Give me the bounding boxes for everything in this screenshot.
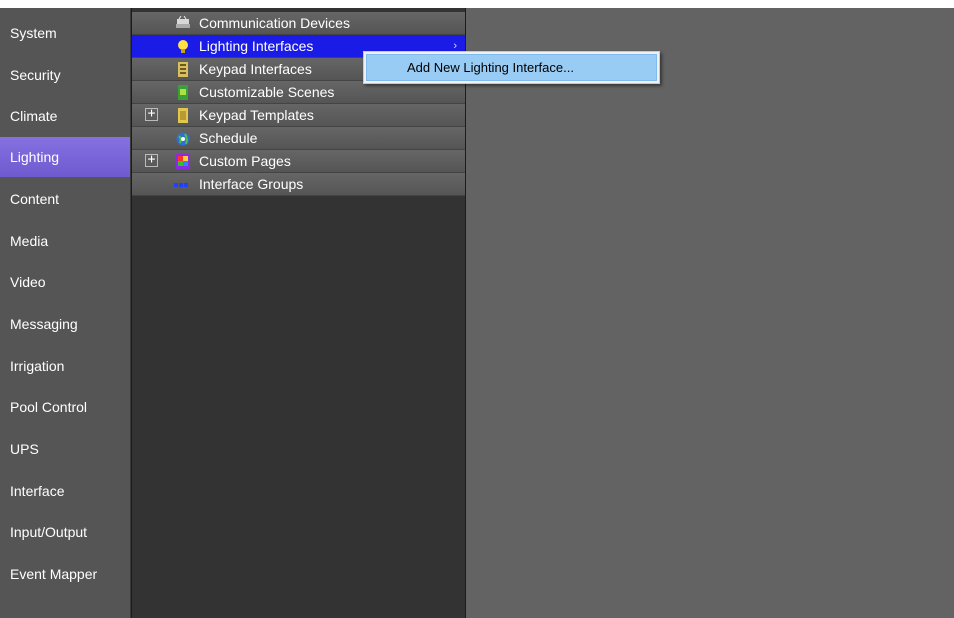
sidebar-item-system[interactable]: System bbox=[0, 13, 130, 53]
custom-pages-icon bbox=[176, 154, 190, 169]
scene-icon bbox=[178, 85, 188, 100]
content-area bbox=[466, 8, 954, 618]
sidebar-item-interface[interactable]: Interface bbox=[0, 471, 130, 511]
category-sidebar: System Security Climate Lighting Content… bbox=[0, 8, 131, 618]
sidebar-item-content[interactable]: Content bbox=[0, 179, 130, 219]
sidebar-item-messaging[interactable]: Messaging bbox=[0, 304, 130, 344]
lighting-tree-panel: Communication Devices Lighting Interface… bbox=[131, 8, 466, 618]
tree-item-label: Lighting Interfaces bbox=[199, 38, 314, 54]
app-window: System Security Climate Lighting Content… bbox=[0, 0, 954, 618]
communication-devices-icon bbox=[176, 16, 190, 28]
expand-toggle[interactable]: + bbox=[145, 107, 158, 121]
globe-clock-icon bbox=[176, 132, 190, 146]
tree-item-custom-pages[interactable]: + Custom Pages bbox=[132, 150, 465, 173]
tree-item-label: Custom Pages bbox=[199, 153, 291, 169]
tree-item-schedule[interactable]: Schedule bbox=[132, 127, 465, 150]
tree-item-communication-devices[interactable]: Communication Devices bbox=[132, 12, 465, 35]
menu-item-add-new-lighting-interface[interactable]: Add New Lighting Interface... bbox=[366, 54, 657, 81]
context-menu: Add New Lighting Interface... bbox=[363, 51, 660, 84]
sidebar-item-event-mapper[interactable]: Event Mapper bbox=[0, 554, 130, 594]
sidebar-item-media[interactable]: Media bbox=[0, 221, 130, 261]
top-strip bbox=[0, 0, 954, 8]
interface-groups-icon bbox=[174, 183, 188, 187]
tree-item-label: Schedule bbox=[199, 130, 258, 146]
tree-item-keypad-templates[interactable]: + Keypad Templates bbox=[132, 104, 465, 127]
sidebar-item-security[interactable]: Security bbox=[0, 55, 130, 95]
sidebar-item-video[interactable]: Video bbox=[0, 262, 130, 302]
sidebar-item-lighting[interactable]: Lighting bbox=[0, 137, 130, 177]
sidebar-item-ups[interactable]: UPS bbox=[0, 429, 130, 469]
keypad-template-icon bbox=[178, 108, 188, 123]
sidebar-item-irrigation[interactable]: Irrigation bbox=[0, 346, 130, 386]
sidebar-item-pool-control[interactable]: Pool Control bbox=[0, 387, 130, 427]
keypad-icon bbox=[178, 62, 188, 77]
sidebar-item-climate[interactable]: Climate bbox=[0, 96, 130, 136]
tree-item-label: Communication Devices bbox=[199, 15, 350, 31]
tree-item-customizable-scenes[interactable]: Customizable Scenes bbox=[132, 81, 465, 104]
sidebar-item-input-output[interactable]: Input/Output bbox=[0, 512, 130, 552]
tree-item-label: Interface Groups bbox=[199, 176, 304, 192]
tree-item-label: Keypad Templates bbox=[199, 107, 314, 123]
tree-item-label: Customizable Scenes bbox=[199, 84, 335, 100]
tree-item-interface-groups[interactable]: Interface Groups bbox=[132, 173, 465, 196]
lightbulb-icon bbox=[178, 40, 188, 53]
expand-toggle[interactable]: + bbox=[145, 153, 158, 167]
tree-item-label: Keypad Interfaces bbox=[199, 61, 312, 77]
